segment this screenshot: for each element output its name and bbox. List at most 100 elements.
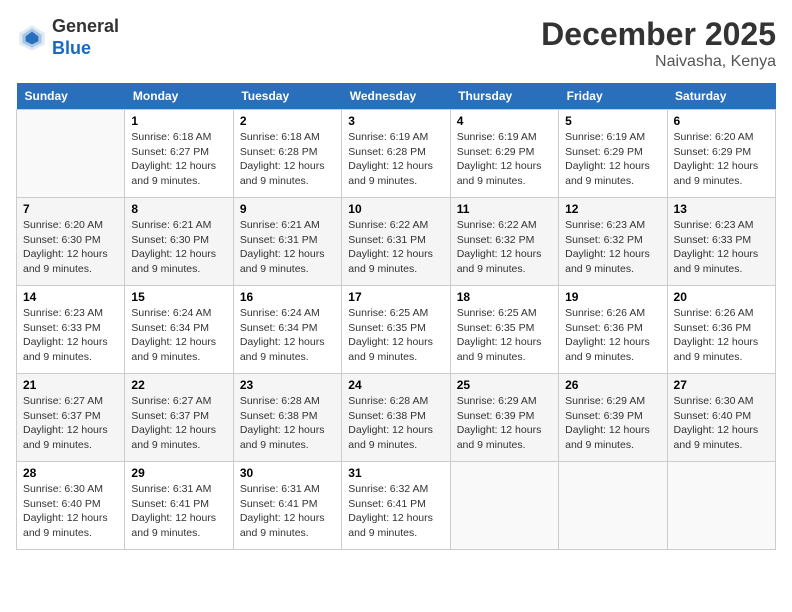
calendar-cell: 13 Sunrise: 6:23 AM Sunset: 6:33 PM Dayli… — [667, 198, 775, 286]
day-number: 18 — [457, 290, 552, 304]
day-info: Sunrise: 6:30 AM Sunset: 6:40 PM Dayligh… — [674, 394, 769, 453]
day-info: Sunrise: 6:21 AM Sunset: 6:30 PM Dayligh… — [131, 218, 226, 277]
day-info: Sunrise: 6:23 AM Sunset: 6:33 PM Dayligh… — [23, 306, 118, 365]
calendar-cell: 21Sunrise: 6:27 AM Sunset: 6:37 PM Dayli… — [17, 374, 125, 462]
day-info: Sunrise: 6:25 AM Sunset: 6:35 PM Dayligh… — [457, 306, 552, 365]
weekday-header: Sunday — [17, 83, 125, 110]
day-info: Sunrise: 6:24 AM Sunset: 6:34 PM Dayligh… — [131, 306, 226, 365]
weekday-header: Monday — [125, 83, 233, 110]
day-info: Sunrise: 6:30 AM Sunset: 6:40 PM Dayligh… — [23, 482, 118, 541]
calendar-cell: 29 Sunrise: 6:31 AM Sunset: 6:41 PM Dayli… — [125, 462, 233, 550]
day-number: 9 — [240, 202, 335, 216]
day-number: 3 — [348, 114, 443, 128]
calendar-cell: 17Sunrise: 6:25 AM Sunset: 6:35 PM Dayli… — [342, 286, 450, 374]
day-number: 26 — [565, 378, 660, 392]
calendar-cell: 26 Sunrise: 6:29 AM Sunset: 6:39 PM Dayli… — [559, 374, 667, 462]
month-title: December 2025 — [541, 16, 776, 53]
day-info: Sunrise: 6:23 AM Sunset: 6:32 PM Dayligh… — [565, 218, 660, 277]
day-info: Sunrise: 6:29 AM Sunset: 6:39 PM Dayligh… — [457, 394, 552, 453]
calendar-cell: 7 Sunrise: 6:20 AM Sunset: 6:30 PM Daylig… — [17, 198, 125, 286]
calendar-cell: 4 Sunrise: 6:19 AM Sunset: 6:29 PM Daylig… — [450, 110, 558, 198]
day-number: 23 — [240, 378, 335, 392]
day-number: 17 — [348, 290, 443, 304]
day-info: Sunrise: 6:19 AM Sunset: 6:29 PM Dayligh… — [565, 130, 660, 189]
day-info: Sunrise: 6:19 AM Sunset: 6:29 PM Dayligh… — [457, 130, 552, 189]
calendar-cell: 31 Sunrise: 6:32 AM Sunset: 6:41 PM Dayli… — [342, 462, 450, 550]
day-number: 28 — [23, 466, 118, 480]
day-number: 8 — [131, 202, 226, 216]
calendar-cell: 1Sunrise: 6:18 AM Sunset: 6:27 PM Daylig… — [125, 110, 233, 198]
day-info: Sunrise: 6:26 AM Sunset: 6:36 PM Dayligh… — [674, 306, 769, 365]
calendar-cell: 16Sunrise: 6:24 AM Sunset: 6:34 PM Dayli… — [233, 286, 341, 374]
calendar-cell: 23 Sunrise: 6:28 AM Sunset: 6:38 PM Dayli… — [233, 374, 341, 462]
calendar-cell — [450, 462, 558, 550]
day-info: Sunrise: 6:20 AM Sunset: 6:29 PM Dayligh… — [674, 130, 769, 189]
weekday-header: Tuesday — [233, 83, 341, 110]
day-number: 27 — [674, 378, 769, 392]
day-number: 1 — [131, 114, 226, 128]
calendar-header-row: SundayMondayTuesdayWednesdayThursdayFrid… — [17, 83, 776, 110]
day-number: 5 — [565, 114, 660, 128]
day-number: 2 — [240, 114, 335, 128]
day-number: 7 — [23, 202, 118, 216]
day-info: Sunrise: 6:28 AM Sunset: 6:38 PM Dayligh… — [348, 394, 443, 453]
day-info: Sunrise: 6:20 AM Sunset: 6:30 PM Dayligh… — [23, 218, 118, 277]
calendar-cell: 24 Sunrise: 6:28 AM Sunset: 6:38 PM Dayli… — [342, 374, 450, 462]
day-info: Sunrise: 6:18 AM Sunset: 6:28 PM Dayligh… — [240, 130, 335, 189]
day-number: 24 — [348, 378, 443, 392]
day-info: Sunrise: 6:27 AM Sunset: 6:37 PM Dayligh… — [23, 394, 118, 453]
day-number: 13 — [674, 202, 769, 216]
calendar-cell: 18 Sunrise: 6:25 AM Sunset: 6:35 PM Dayli… — [450, 286, 558, 374]
calendar-cell: 6 Sunrise: 6:20 AM Sunset: 6:29 PM Daylig… — [667, 110, 775, 198]
day-info: Sunrise: 6:22 AM Sunset: 6:32 PM Dayligh… — [457, 218, 552, 277]
calendar-week-row: 14 Sunrise: 6:23 AM Sunset: 6:33 PM Dayli… — [17, 286, 776, 374]
day-info: Sunrise: 6:22 AM Sunset: 6:31 PM Dayligh… — [348, 218, 443, 277]
day-number: 22 — [131, 378, 226, 392]
day-number: 6 — [674, 114, 769, 128]
calendar-cell: 19 Sunrise: 6:26 AM Sunset: 6:36 PM Dayli… — [559, 286, 667, 374]
calendar-cell: 27 Sunrise: 6:30 AM Sunset: 6:40 PM Dayli… — [667, 374, 775, 462]
calendar-cell: 8 Sunrise: 6:21 AM Sunset: 6:30 PM Daylig… — [125, 198, 233, 286]
day-number: 14 — [23, 290, 118, 304]
day-number: 11 — [457, 202, 552, 216]
location: Naivasha, Kenya — [541, 53, 776, 71]
day-info: Sunrise: 6:32 AM Sunset: 6:41 PM Dayligh… — [348, 482, 443, 541]
day-number: 12 — [565, 202, 660, 216]
calendar-cell: 11 Sunrise: 6:22 AM Sunset: 6:32 PM Dayli… — [450, 198, 558, 286]
calendar-cell: 25 Sunrise: 6:29 AM Sunset: 6:39 PM Dayli… — [450, 374, 558, 462]
calendar-week-row: 21Sunrise: 6:27 AM Sunset: 6:37 PM Dayli… — [17, 374, 776, 462]
page-header: General Blue December 2025 Naivasha, Ken… — [16, 16, 776, 71]
day-info: Sunrise: 6:19 AM Sunset: 6:28 PM Dayligh… — [348, 130, 443, 189]
logo-text: General Blue — [52, 16, 119, 59]
calendar-cell: 28 Sunrise: 6:30 AM Sunset: 6:40 PM Dayli… — [17, 462, 125, 550]
weekday-header: Wednesday — [342, 83, 450, 110]
calendar-cell — [667, 462, 775, 550]
day-info: Sunrise: 6:27 AM Sunset: 6:37 PM Dayligh… — [131, 394, 226, 453]
day-number: 29 — [131, 466, 226, 480]
calendar-cell: 9 Sunrise: 6:21 AM Sunset: 6:31 PM Daylig… — [233, 198, 341, 286]
logo: General Blue — [16, 16, 119, 59]
day-number: 16 — [240, 290, 335, 304]
day-info: Sunrise: 6:31 AM Sunset: 6:41 PM Dayligh… — [131, 482, 226, 541]
day-info: Sunrise: 6:26 AM Sunset: 6:36 PM Dayligh… — [565, 306, 660, 365]
calendar-week-row: 28 Sunrise: 6:30 AM Sunset: 6:40 PM Dayli… — [17, 462, 776, 550]
day-number: 31 — [348, 466, 443, 480]
calendar-cell: 22 Sunrise: 6:27 AM Sunset: 6:37 PM Dayli… — [125, 374, 233, 462]
logo-icon — [16, 22, 48, 54]
day-info: Sunrise: 6:21 AM Sunset: 6:31 PM Dayligh… — [240, 218, 335, 277]
day-info: Sunrise: 6:28 AM Sunset: 6:38 PM Dayligh… — [240, 394, 335, 453]
day-number: 19 — [565, 290, 660, 304]
day-number: 4 — [457, 114, 552, 128]
day-info: Sunrise: 6:29 AM Sunset: 6:39 PM Dayligh… — [565, 394, 660, 453]
calendar-week-row: 7 Sunrise: 6:20 AM Sunset: 6:30 PM Daylig… — [17, 198, 776, 286]
calendar-cell — [559, 462, 667, 550]
day-number: 25 — [457, 378, 552, 392]
day-number: 15 — [131, 290, 226, 304]
calendar-cell: 20Sunrise: 6:26 AM Sunset: 6:36 PM Dayli… — [667, 286, 775, 374]
day-info: Sunrise: 6:23 AM Sunset: 6:33 PM Dayligh… — [674, 218, 769, 277]
weekday-header: Saturday — [667, 83, 775, 110]
calendar-cell: 2 Sunrise: 6:18 AM Sunset: 6:28 PM Daylig… — [233, 110, 341, 198]
calendar-cell: 30Sunrise: 6:31 AM Sunset: 6:41 PM Dayli… — [233, 462, 341, 550]
weekday-header: Friday — [559, 83, 667, 110]
calendar-cell: 15 Sunrise: 6:24 AM Sunset: 6:34 PM Dayli… — [125, 286, 233, 374]
